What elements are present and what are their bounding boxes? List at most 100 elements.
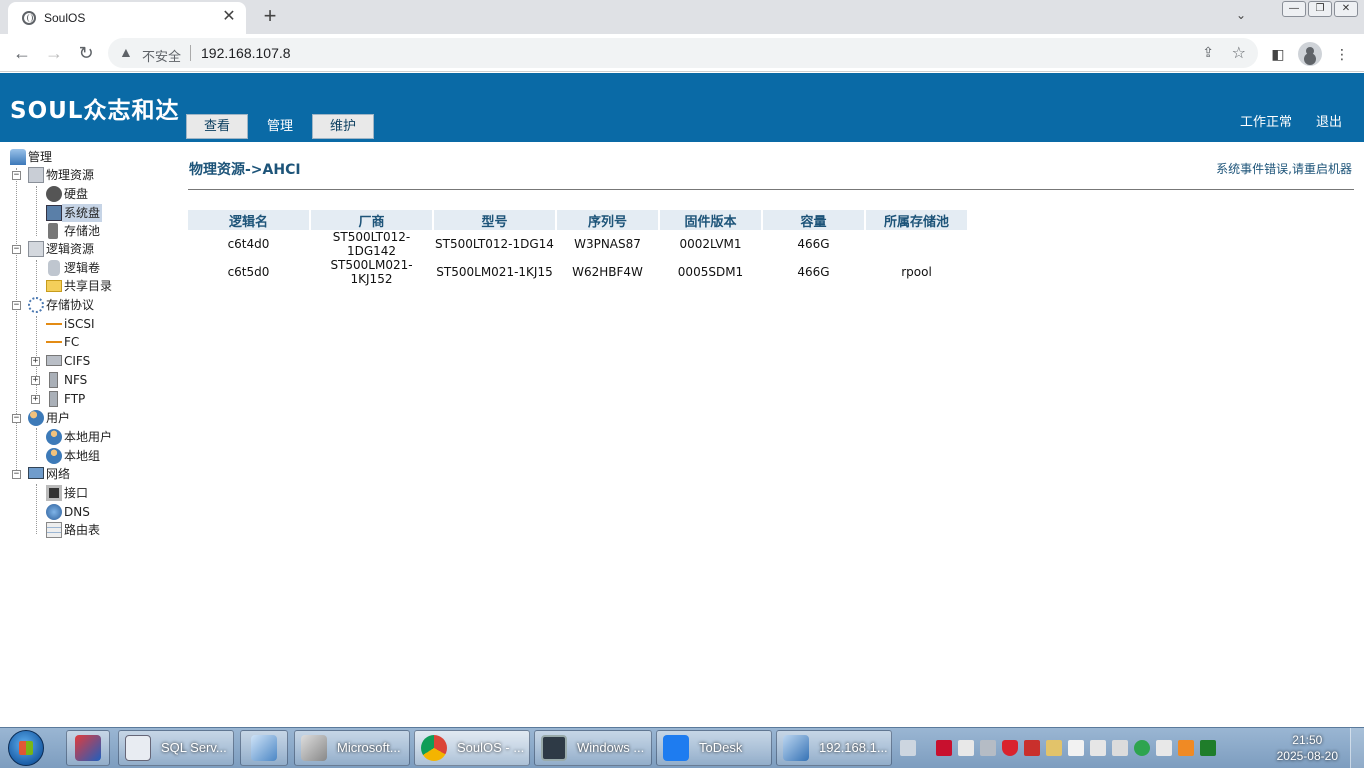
taskbar-item-chrome[interactable]: SoulOS - ... <box>414 730 530 766</box>
window-controls: — ❐ ✕ <box>1282 1 1358 17</box>
col-header: 厂商 <box>311 210 432 230</box>
hard-disk-icon <box>46 186 62 202</box>
security-icon[interactable] <box>936 740 952 756</box>
tree-label: DNS <box>64 505 90 519</box>
expand-toggle[interactable]: + <box>31 376 40 385</box>
volume-icon[interactable] <box>1090 740 1106 756</box>
reload-icon[interactable]: ↻ <box>74 42 98 64</box>
action-center-icon[interactable] <box>1068 740 1084 756</box>
table-row[interactable]: c6t5d0 ST500LM021-1KJ152 ST500LM021-1KJ1… <box>188 258 967 286</box>
group-icon <box>46 448 62 464</box>
taskbar-label: Windows ... <box>577 740 645 755</box>
taskbar-item-microsoft[interactable]: Microsoft... <box>294 730 410 766</box>
sync-icon[interactable] <box>1134 740 1150 756</box>
tree-label: 硬盘 <box>64 187 89 201</box>
disk-table: 逻辑名 厂商 型号 序列号 固件版本 容量 所属存储池 c6t4d0 ST500… <box>186 210 969 286</box>
profile-avatar-icon[interactable] <box>1298 42 1322 66</box>
browser-tab[interactable]: SoulOS ✕ <box>8 2 246 34</box>
taskbar-label: SoulOS - ... <box>457 740 525 755</box>
server-tower-icon <box>49 372 58 388</box>
tree-label: 本地用户 <box>64 430 113 444</box>
forward-arrow-icon[interactable]: → <box>42 42 66 64</box>
notepad-icon <box>251 735 277 761</box>
close-window-button[interactable]: ✕ <box>1334 1 1358 17</box>
network-port-icon <box>46 485 62 501</box>
menu-view[interactable]: 查看 <box>186 114 248 139</box>
collapse-toggle[interactable]: − <box>12 301 21 310</box>
expand-toggle[interactable]: + <box>31 395 40 404</box>
insecure-label[interactable]: 不安全 <box>142 46 181 65</box>
table-cell: ST500LM021-1KJ152 <box>330 258 413 286</box>
tab-close-button[interactable]: ✕ <box>220 8 238 26</box>
share-icon[interactable]: ⇪ <box>1202 44 1214 61</box>
taskbar-item-todesk[interactable]: ToDesk <box>656 730 772 766</box>
input-method-icon[interactable] <box>1178 740 1194 756</box>
start-button[interactable] <box>8 730 44 766</box>
tree-label: 本地组 <box>64 449 101 463</box>
new-tab-button[interactable]: + <box>258 4 282 28</box>
side-panel-icon[interactable]: ◧ <box>1268 44 1288 64</box>
network-drive-icon <box>46 355 62 366</box>
taskbar-item-sql[interactable]: SQL Serv... <box>118 730 234 766</box>
network-icon <box>28 467 44 479</box>
taskbar-label: Microsoft... <box>337 740 401 755</box>
system-alert-link[interactable]: 系统事件错误,请重启机器 <box>1216 160 1352 177</box>
rdp-icon <box>783 735 809 761</box>
table-row[interactable]: c6t4d0 ST500LT012-1DG142 ST500LT012-1DG1… <box>188 230 967 258</box>
printer-icon[interactable] <box>980 740 996 756</box>
more-menu-icon[interactable]: ⋮ <box>1332 44 1352 64</box>
collapse-toggle[interactable]: − <box>12 171 21 180</box>
table-cell: 0002LVM1 <box>679 237 742 251</box>
taskbar-item-windows[interactable]: Windows ... <box>534 730 652 766</box>
folder-icon <box>46 280 62 292</box>
collapse-toggle[interactable]: − <box>12 470 21 479</box>
table-cell: 0005SDM1 <box>677 265 744 279</box>
back-arrow-icon[interactable]: ← <box>10 42 34 64</box>
collapse-toggle[interactable]: − <box>12 414 21 423</box>
taskbar-label: ToDesk <box>699 740 743 755</box>
shield-icon[interactable] <box>1002 740 1018 756</box>
col-header: 逻辑名 <box>188 210 309 230</box>
tree-root-label: 管理 <box>28 150 53 164</box>
app-tray-icon[interactable] <box>1024 740 1040 756</box>
taskbar-clock[interactable]: 21:50 2025-08-20 <box>1277 732 1338 764</box>
tray-expand-icon[interactable] <box>922 740 930 756</box>
vnc-icon <box>75 735 101 761</box>
table-cell: ST500LT012-1DG142 <box>332 230 411 258</box>
network-icon[interactable] <box>1112 740 1128 756</box>
url-text[interactable]: 192.168.107.8 <box>201 45 291 61</box>
vnc-tray-icon[interactable] <box>1156 740 1172 756</box>
system-status: 工作正常 <box>1240 115 1293 130</box>
system-tray <box>900 740 1216 756</box>
bookmark-star-icon[interactable]: ☆ <box>1232 43 1246 63</box>
logout-link[interactable]: 退出 <box>1316 111 1342 130</box>
address-separator <box>190 45 191 61</box>
browser-toolbar: ← → ↻ ▲ 不安全 192.168.107.8 ⇪ ☆ ◧ ⋮ <box>0 34 1364 72</box>
soul-logo: SOUL众志和达 <box>10 98 180 124</box>
taskbar-item-rdp[interactable]: 192.168.1... <box>776 730 892 766</box>
show-desktop-button[interactable] <box>1350 728 1364 768</box>
expand-toggle[interactable]: + <box>31 357 40 366</box>
keyboard-icon[interactable] <box>900 740 916 756</box>
collapse-toggle[interactable]: − <box>12 245 21 254</box>
table-cell: ST500LM021-1KJ15 <box>436 265 553 279</box>
clock-date: 2025-08-20 <box>1276 749 1338 763</box>
chevron-down-icon[interactable]: ⌄ <box>1236 8 1246 22</box>
system-disk-icon <box>46 205 62 221</box>
tree-guide <box>36 428 37 460</box>
restore-button[interactable]: ❐ <box>1308 1 1332 17</box>
menu-maintain[interactable]: 维护 <box>312 114 374 139</box>
tree-label: 逻辑资源 <box>46 242 95 256</box>
tree-label: 用户 <box>46 411 71 425</box>
minimize-button[interactable]: — <box>1282 1 1306 17</box>
battery-icon[interactable] <box>1200 740 1216 756</box>
tree-label: 存储协议 <box>46 298 95 312</box>
address-bar[interactable]: ▲ 不安全 192.168.107.8 ⇪ ☆ <box>108 38 1258 68</box>
table-cell: W62HBF4W <box>572 265 643 279</box>
menu-manage[interactable]: 管理 <box>249 114 311 139</box>
network-share-icon[interactable] <box>1046 740 1062 756</box>
tab-title: SoulOS <box>44 11 86 25</box>
taskbar-item-vnc[interactable] <box>66 730 110 766</box>
flag-icon[interactable] <box>958 740 974 756</box>
taskbar-item-notepad[interactable] <box>240 730 288 766</box>
